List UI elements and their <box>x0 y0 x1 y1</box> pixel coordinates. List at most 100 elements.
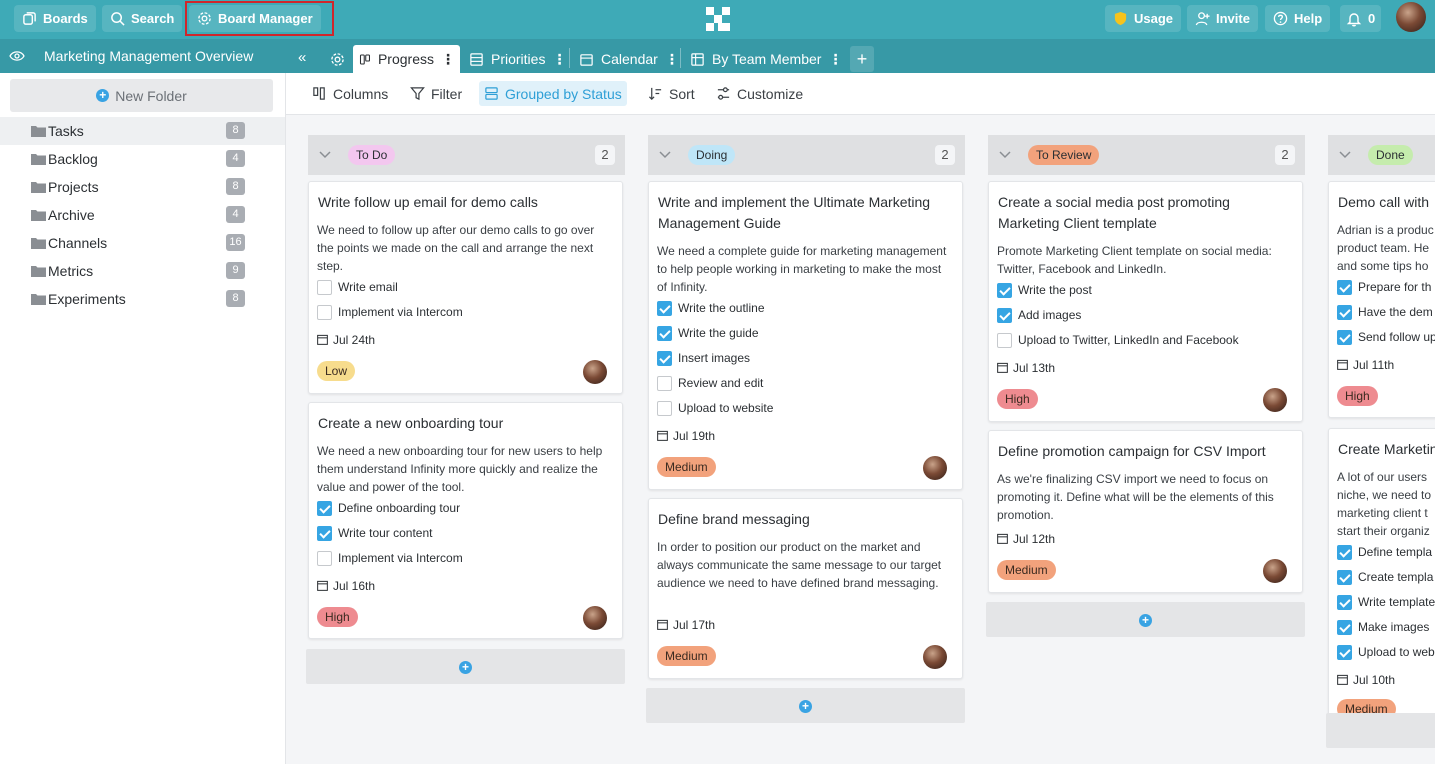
checkbox[interactable] <box>1337 544 1352 560</box>
checkbox[interactable] <box>997 282 1012 298</box>
checkbox[interactable] <box>1337 594 1352 610</box>
task-card[interactable]: Create Marketin A lot of our users niche… <box>1328 428 1435 718</box>
chevron-down-icon[interactable] <box>1339 150 1351 160</box>
checkbox[interactable] <box>657 300 672 316</box>
checkbox[interactable] <box>317 525 332 541</box>
assignee-avatar[interactable] <box>923 645 947 669</box>
checklist-item[interactable]: Insert images <box>657 349 750 367</box>
add-card-button[interactable]: + <box>986 602 1305 637</box>
assignee-avatar[interactable] <box>923 456 947 480</box>
checklist-item[interactable]: Write the guide <box>657 324 759 342</box>
sidebar-item-metrics[interactable]: Metrics 9 <box>0 257 285 285</box>
checkbox[interactable] <box>1337 304 1352 320</box>
chevron-down-icon[interactable] <box>659 150 671 160</box>
search-button[interactable]: Search <box>102 5 183 32</box>
task-card[interactable]: Write follow up email for demo calls We … <box>308 181 623 394</box>
checkbox[interactable] <box>1337 279 1352 295</box>
checkbox[interactable] <box>997 332 1012 348</box>
task-card[interactable]: Define brand messaging In order to posit… <box>648 498 963 679</box>
help-button[interactable]: Help <box>1265 5 1331 32</box>
checklist-item[interactable]: Send follow up <box>1337 328 1435 346</box>
new-folder-button[interactable]: + New Folder <box>10 79 273 112</box>
eye-icon[interactable] <box>9 50 25 62</box>
board-settings-button[interactable] <box>325 46 349 72</box>
chevron-down-icon[interactable] <box>999 150 1011 160</box>
assignee-avatar[interactable] <box>583 360 607 384</box>
add-card-button[interactable]: + <box>306 649 625 684</box>
tab-priorities[interactable]: Priorities ⋮ <box>463 45 571 73</box>
more-options-icon[interactable]: ⋮ <box>828 51 842 68</box>
chevron-down-icon[interactable] <box>319 150 331 160</box>
checkbox[interactable] <box>317 550 332 566</box>
assignee-avatar[interactable] <box>1263 559 1287 583</box>
add-view-button[interactable]: + <box>850 46 874 72</box>
checklist-item[interactable]: Upload to Twitter, LinkedIn and Facebook <box>997 331 1239 349</box>
checklist-item[interactable]: Write the post <box>997 281 1092 299</box>
sidebar-item-channels[interactable]: Channels 16 <box>0 229 285 257</box>
task-card[interactable]: Define promotion campaign for CSV Import… <box>988 430 1303 593</box>
sidebar-item-archive[interactable]: Archive 4 <box>0 201 285 229</box>
collapse-sidebar-icon[interactable]: « <box>298 49 306 66</box>
checkbox[interactable] <box>317 500 332 516</box>
checkbox[interactable] <box>317 279 332 295</box>
more-options-icon[interactable]: ⋮ <box>552 51 566 68</box>
checklist-item[interactable]: Create templa <box>1337 568 1433 586</box>
columns-button[interactable]: Columns <box>307 81 393 106</box>
boards-button[interactable]: Boards <box>14 5 96 32</box>
column-header-done: Done <box>1328 135 1435 175</box>
filter-button[interactable]: Filter <box>405 81 467 106</box>
sidebar-item-projects[interactable]: Projects 8 <box>0 173 285 201</box>
checklist-item[interactable]: Review and edit <box>657 374 763 392</box>
task-card[interactable]: Write and implement the Ultimate Marketi… <box>648 181 963 490</box>
usage-button[interactable]: Usage <box>1105 5 1182 32</box>
checklist-item[interactable]: Upload to website <box>657 399 773 417</box>
assignee-avatar[interactable] <box>583 606 607 630</box>
checklist-item[interactable]: Have the dem <box>1337 303 1433 321</box>
checklist-label: Implement via Intercom <box>338 551 463 565</box>
notifications-button[interactable]: 0 <box>1340 5 1382 32</box>
tab-calendar[interactable]: Calendar ⋮ <box>573 45 684 73</box>
checklist-item[interactable]: Upload to web <box>1337 643 1435 661</box>
checklist-item[interactable]: Prepare for th <box>1337 278 1431 296</box>
checklist-item[interactable]: Implement via Intercom <box>317 549 463 567</box>
checklist-item[interactable]: Make images <box>1337 618 1429 636</box>
description-line: start their organiz <box>1337 524 1430 538</box>
task-card[interactable]: Create a social media post promoting Mar… <box>988 181 1303 422</box>
checkbox[interactable] <box>317 304 332 320</box>
checklist-item[interactable]: Write template <box>1337 593 1435 611</box>
group-by-button[interactable]: Grouped by Status <box>479 81 627 106</box>
checkbox[interactable] <box>657 350 672 366</box>
checkbox[interactable] <box>657 325 672 341</box>
checkbox[interactable] <box>1337 619 1352 635</box>
add-card-button[interactable]: + <box>646 688 965 723</box>
checklist-item[interactable]: Implement via Intercom <box>317 303 463 321</box>
invite-button[interactable]: Invite <box>1187 5 1258 32</box>
tab-by-team-member[interactable]: By Team Member ⋮ <box>684 45 847 73</box>
checklist-item[interactable]: Write the outline <box>657 299 765 317</box>
task-card[interactable]: Demo call with Adrian is a produc produc… <box>1328 181 1435 418</box>
sort-button[interactable]: Sort <box>643 81 700 106</box>
checkbox[interactable] <box>657 400 672 416</box>
add-card-button[interactable] <box>1326 713 1435 748</box>
sidebar-item-experiments[interactable]: Experiments 8 <box>0 285 285 313</box>
more-options-icon[interactable]: ⋮ <box>665 51 679 68</box>
tab-progress[interactable]: Progress ⋮ <box>353 45 460 73</box>
checklist-item[interactable]: Write email <box>317 278 398 296</box>
user-avatar[interactable] <box>1396 2 1426 32</box>
checklist-item[interactable]: Define onboarding tour <box>317 499 460 517</box>
more-options-icon[interactable]: ⋮ <box>441 51 455 68</box>
sidebar-item-backlog[interactable]: Backlog 4 <box>0 145 285 173</box>
checkbox[interactable] <box>1337 644 1352 660</box>
checkbox[interactable] <box>997 307 1012 323</box>
assignee-avatar[interactable] <box>1263 388 1287 412</box>
sidebar-item-tasks[interactable]: Tasks 8 <box>0 117 285 145</box>
checklist-label: Define templa <box>1358 545 1433 559</box>
checkbox[interactable] <box>1337 569 1352 585</box>
checkbox[interactable] <box>657 375 672 391</box>
checklist-item[interactable]: Add images <box>997 306 1081 324</box>
customize-button[interactable]: Customize <box>711 81 808 106</box>
checkbox[interactable] <box>1337 329 1352 345</box>
checklist-item[interactable]: Write tour content <box>317 524 433 542</box>
task-card[interactable]: Create a new onboarding tour We need a n… <box>308 402 623 639</box>
checklist-item[interactable]: Define templa <box>1337 543 1432 561</box>
